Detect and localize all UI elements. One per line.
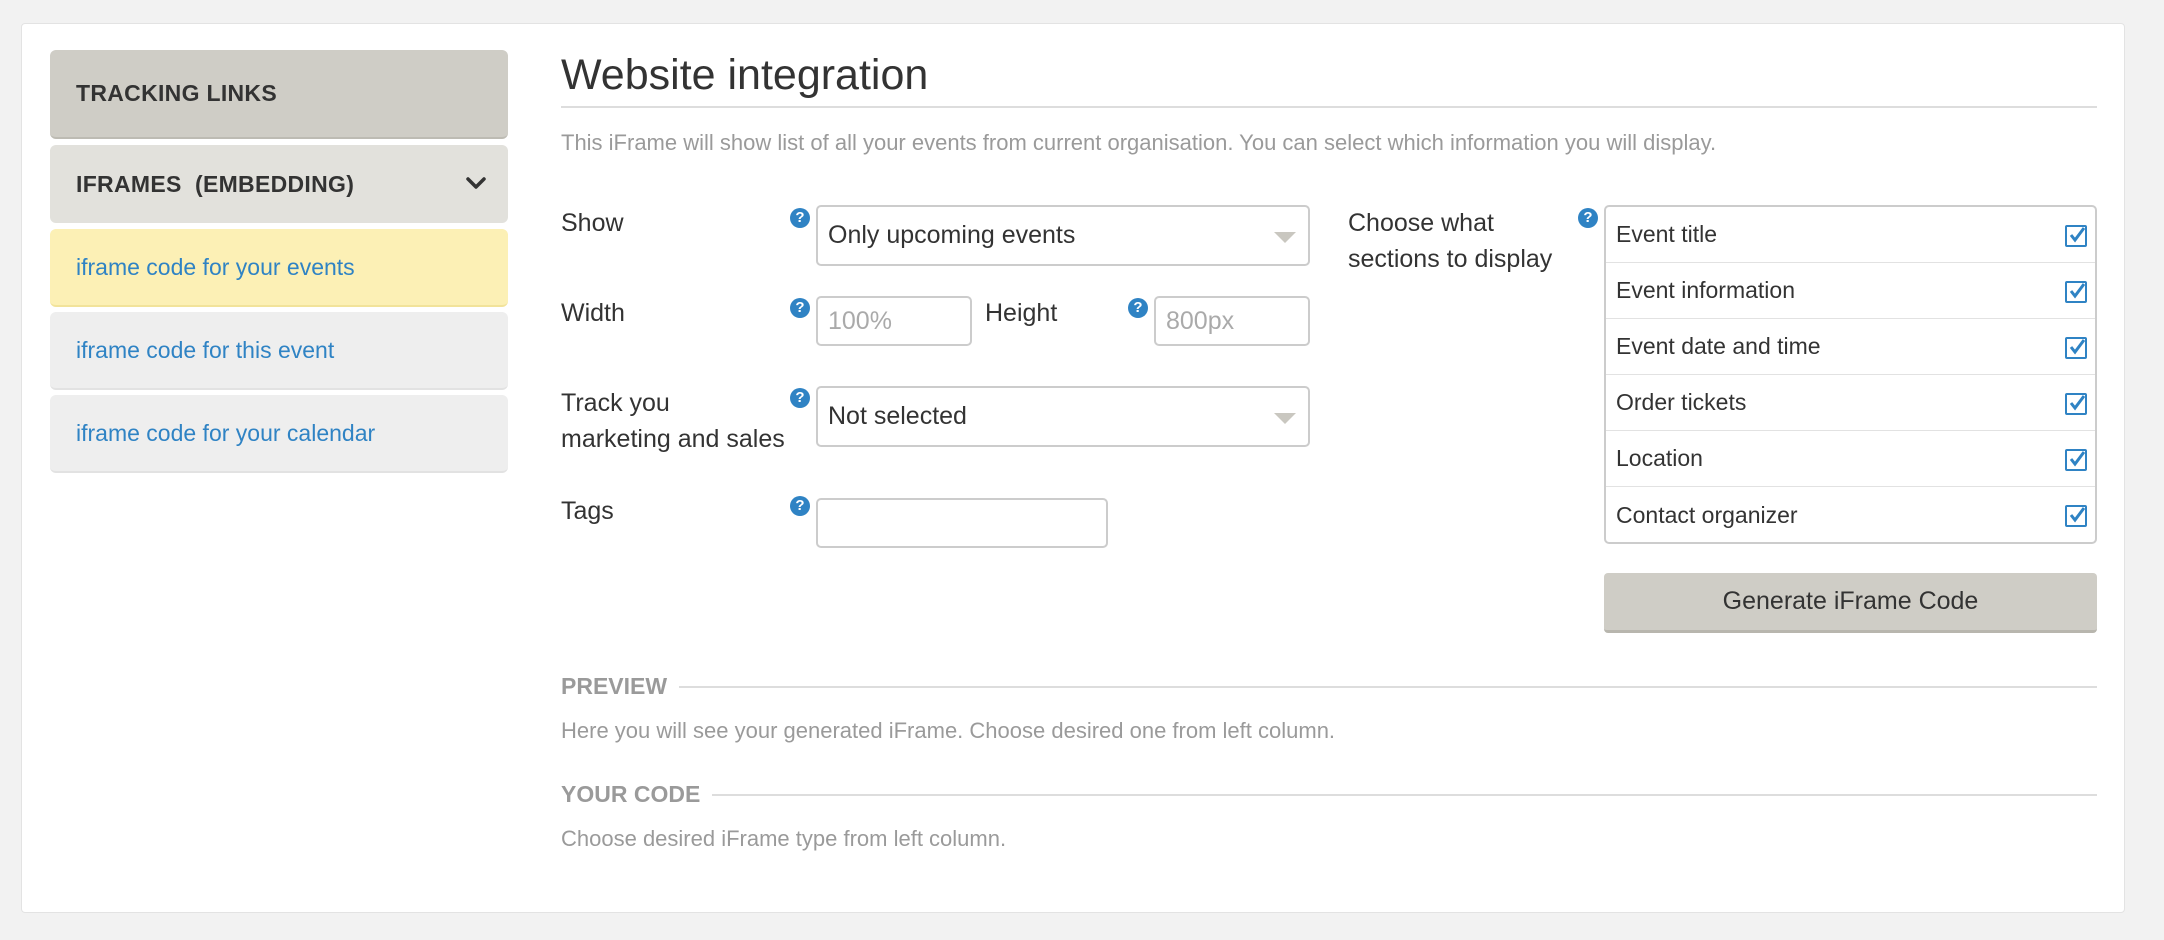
sidebar-tracking-links-label: TRACKING LINKS <box>76 80 277 106</box>
width-input[interactable]: 100% <box>816 296 972 346</box>
generate-iframe-button[interactable]: Generate iFrame Code <box>1604 573 2097 633</box>
section-option-location[interactable]: Location <box>1606 431 2095 487</box>
help-icon[interactable]: ? <box>790 298 810 318</box>
section-option-label: Event title <box>1616 221 1717 247</box>
help-icon[interactable]: ? <box>1128 298 1148 318</box>
checkbox-checked-icon[interactable] <box>2065 281 2087 303</box>
help-icon[interactable]: ? <box>790 208 810 228</box>
sidebar-item-your-events[interactable]: iframe code for your events <box>50 229 508 307</box>
sidebar-iframes-embedding[interactable]: IFRAMES (EMBEDDING) <box>50 145 508 223</box>
preview-divider <box>679 685 2097 688</box>
preview-heading-label: PREVIEW <box>561 673 668 699</box>
section-option-event-title[interactable]: Event title <box>1606 207 2095 263</box>
sections-label-line1: Choose what <box>1348 209 1494 237</box>
section-option-label: Location <box>1616 445 1703 471</box>
checkbox-checked-icon[interactable] <box>2065 225 2087 247</box>
help-icon[interactable]: ? <box>1578 208 1598 228</box>
your-code-text: Choose desired iFrame type from left col… <box>561 826 1007 851</box>
sidebar-item-label: iframe code for this event <box>76 336 335 363</box>
section-option-label: Event information <box>1616 277 1795 303</box>
height-input[interactable]: 800px <box>1154 296 1310 346</box>
intro-text: This iFrame will show list of all your e… <box>561 130 1717 155</box>
height-placeholder: 800px <box>1166 306 1235 335</box>
tags-input[interactable] <box>816 498 1108 548</box>
sidebar-item-your-calendar[interactable]: iframe code for your calendar <box>50 395 508 473</box>
sections-label-line2: sections to display <box>1348 245 1553 273</box>
chevron-down-icon <box>466 177 486 189</box>
dropdown-caret-icon <box>1274 412 1296 424</box>
title-divider <box>561 106 2097 108</box>
section-option-contact-organizer[interactable]: Contact organizer <box>1606 487 2095 542</box>
sidebar: TRACKING LINKS IFRAMES (EMBEDDING) ifram… <box>50 50 508 478</box>
sections-label: Choose what sections to display <box>1348 205 1552 277</box>
your-code-heading-label: YOUR CODE <box>561 781 701 807</box>
sidebar-item-label: iframe code for your events <box>76 253 355 280</box>
sidebar-item-this-event[interactable]: iframe code for this event <box>50 312 508 390</box>
sidebar-tracking-links[interactable]: TRACKING LINKS <box>50 50 508 139</box>
track-select[interactable]: Not selected <box>816 386 1310 447</box>
show-select[interactable]: Only upcoming events <box>816 205 1310 266</box>
your-code-heading: YOUR CODE <box>561 781 2097 808</box>
track-label-line1: Track you <box>561 389 670 417</box>
checkbox-checked-icon[interactable] <box>2065 393 2087 415</box>
preview-text: Here you will see your generated iFrame.… <box>561 718 1336 743</box>
page-title: Website integration <box>561 51 929 99</box>
height-label: Height <box>985 299 1058 327</box>
section-option-event-date-time[interactable]: Event date and time <box>1606 319 2095 375</box>
section-option-label: Contact organizer <box>1616 501 1798 528</box>
help-icon[interactable]: ? <box>790 496 810 516</box>
section-option-label: Event date and time <box>1616 333 1821 359</box>
checkbox-checked-icon[interactable] <box>2065 337 2087 359</box>
show-label: Show <box>561 209 624 237</box>
your-code-divider <box>712 793 2097 796</box>
section-option-label: Order tickets <box>1616 389 1747 415</box>
generate-iframe-button-label: Generate iFrame Code <box>1722 587 1979 615</box>
width-placeholder: 100% <box>828 306 892 335</box>
track-select-value: Not selected <box>828 402 967 430</box>
preview-heading: PREVIEW <box>561 673 2097 700</box>
show-select-value: Only upcoming events <box>828 221 1076 249</box>
track-label-line2: marketing and sales <box>561 425 785 453</box>
section-option-event-information[interactable]: Event information <box>1606 263 2095 319</box>
section-option-order-tickets[interactable]: Order tickets <box>1606 375 2095 431</box>
help-icon[interactable]: ? <box>790 388 810 408</box>
width-label: Width <box>561 299 625 327</box>
sections-list: Event title Event information Event date… <box>1604 205 2097 544</box>
sidebar-item-label: iframe code for your calendar <box>76 419 376 446</box>
sidebar-iframes-label: IFRAMES (EMBEDDING) <box>76 170 355 197</box>
checkbox-checked-icon[interactable] <box>2065 505 2087 527</box>
track-label: Track you marketing and sales <box>561 385 785 457</box>
main-panel: Website integration This iFrame will sho… <box>561 48 2097 851</box>
checkbox-checked-icon[interactable] <box>2065 449 2087 471</box>
dropdown-caret-icon <box>1274 231 1296 243</box>
tags-label: Tags <box>561 497 614 525</box>
